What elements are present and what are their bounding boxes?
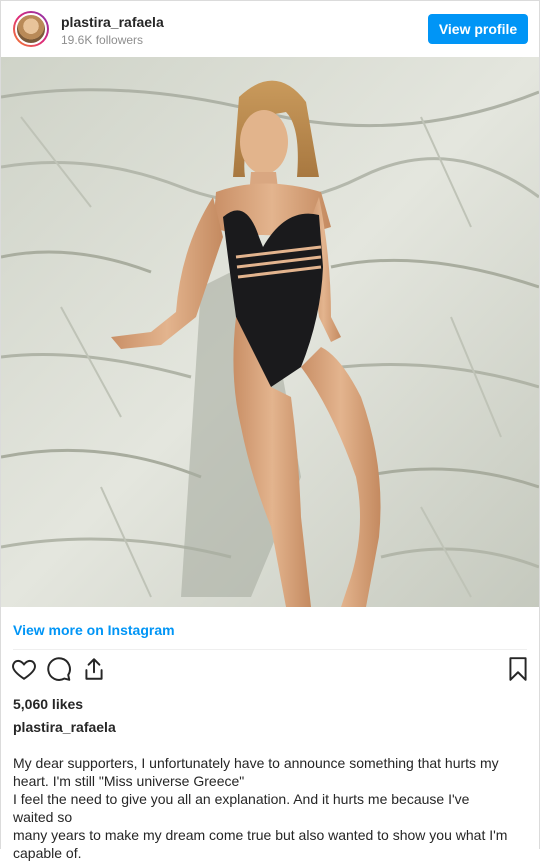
view-profile-button[interactable]: View profile [428, 14, 528, 44]
caption-line: My dear supporters, I unfortunately have… [13, 755, 499, 771]
avatar[interactable] [13, 11, 49, 47]
caption-line: capable of. [13, 845, 82, 861]
like-count[interactable]: 5,060 likes [13, 696, 83, 712]
caption-line: heart. I'm still "Miss universe Greece" [13, 773, 245, 789]
instagram-embed: plastira_rafaela 19.6K followers View pr… [0, 0, 540, 861]
header-username[interactable]: plastira_rafaela [61, 14, 164, 30]
post-photo [1, 57, 539, 607]
caption-username[interactable]: plastira_rafaela [13, 719, 116, 735]
share-icon[interactable] [81, 656, 109, 684]
post-header: plastira_rafaela 19.6K followers View pr… [1, 1, 539, 57]
view-more-link[interactable]: View more on Instagram [13, 622, 175, 638]
action-bar [1, 656, 539, 686]
caption-line: many years to make my dream come true bu… [13, 827, 508, 843]
comment-icon[interactable] [46, 656, 74, 684]
post-image[interactable] [1, 57, 539, 607]
caption-text: My dear supporters, I unfortunately have… [13, 754, 513, 862]
caption-line: I feel the need to give you all an expla… [13, 791, 470, 825]
divider [13, 649, 527, 650]
follower-count: 19.6K followers [61, 33, 144, 47]
bookmark-icon[interactable] [505, 656, 533, 684]
avatar-image [15, 13, 47, 45]
heart-icon[interactable] [11, 656, 39, 684]
